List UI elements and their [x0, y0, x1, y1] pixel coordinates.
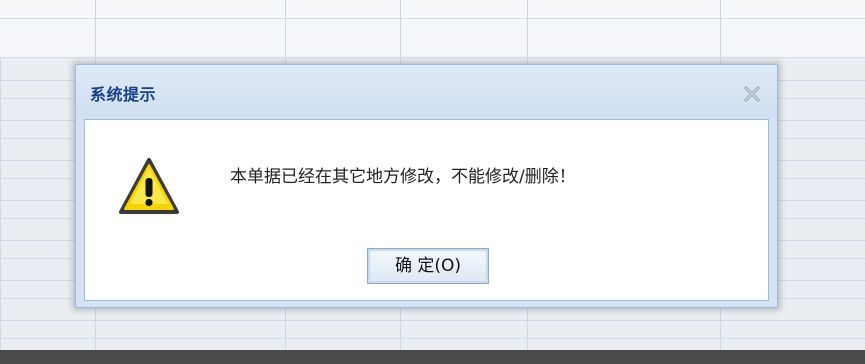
bottom-status-bar	[0, 350, 865, 364]
system-prompt-dialog: 系统提示 本单据已经在其它地方修改，不能修改/删除！ 确 定(O)	[75, 64, 778, 308]
dialog-header[interactable]: 系统提示	[76, 65, 777, 117]
dialog-title: 系统提示	[90, 85, 157, 104]
grid-cell	[0, 19, 865, 57]
ok-button[interactable]: 确 定(O)	[367, 248, 489, 284]
warning-icon	[118, 156, 180, 218]
close-icon[interactable]	[743, 85, 761, 103]
dialog-body: 本单据已经在其它地方修改，不能修改/删除！ 确 定(O)	[84, 119, 769, 301]
grid-row-line	[0, 57, 865, 58]
grid-row-line	[0, 18, 865, 19]
dialog-message: 本单据已经在其它地方修改，不能修改/删除！	[230, 167, 576, 187]
grid-row-line	[0, 338, 865, 339]
grid-cell	[0, 0, 865, 18]
